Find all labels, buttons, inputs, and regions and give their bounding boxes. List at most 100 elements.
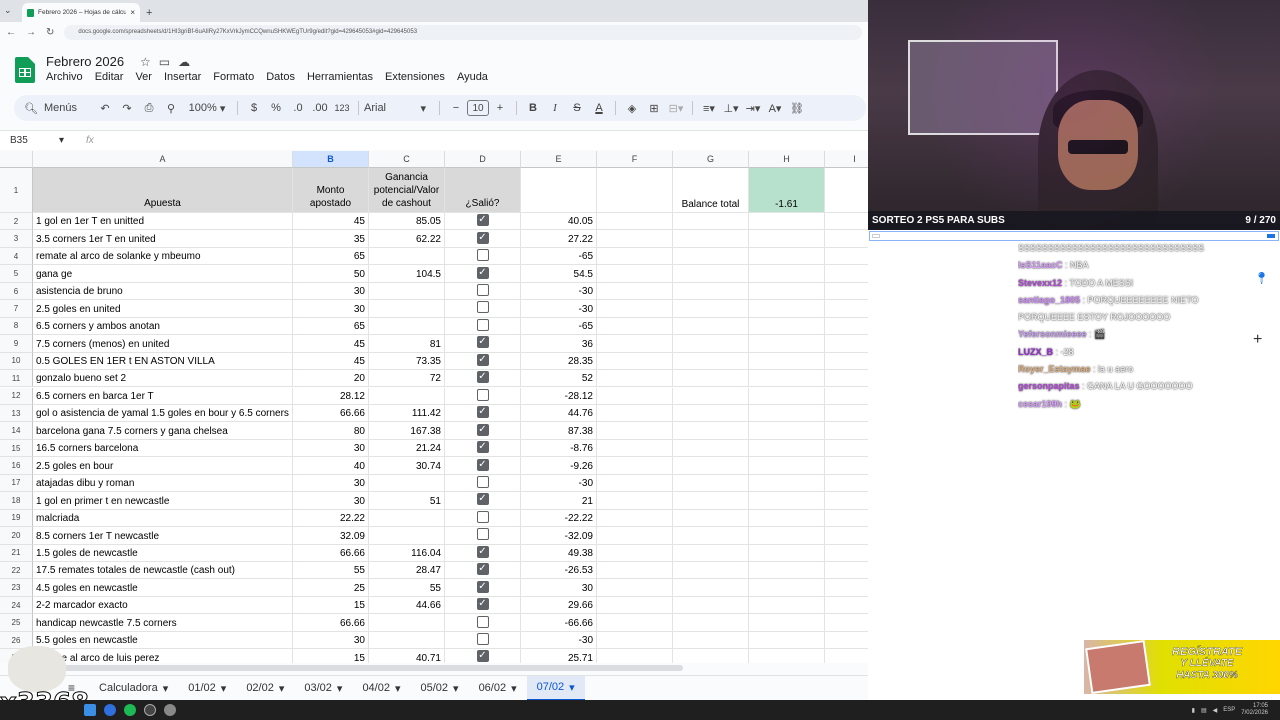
row-header[interactable]: 12	[0, 387, 33, 405]
empty-cell[interactable]	[597, 370, 673, 388]
row-header[interactable]: 6	[0, 282, 33, 301]
spreadsheet-grid[interactable]: A B C D E F G H I 1 Apuesta Monto apostado Ganancia …	[0, 151, 868, 663]
payout-cell[interactable]	[369, 247, 445, 266]
empty-cell[interactable]	[825, 405, 868, 423]
stake-cell[interactable]: 22.22	[293, 509, 369, 528]
profit-cell[interactable]: 87.38	[521, 422, 597, 440]
profit-cell[interactable]: -9.26	[521, 457, 597, 475]
column-header-h[interactable]: H	[749, 151, 825, 168]
empty-cell[interactable]	[597, 352, 673, 371]
balance-total-value[interactable]: -1.61	[749, 168, 825, 213]
empty-cell[interactable]	[749, 300, 825, 318]
payout-cell[interactable]	[369, 474, 445, 493]
empty-cell[interactable]	[597, 631, 673, 650]
row-header[interactable]: 2	[0, 213, 33, 231]
empty-cell[interactable]	[749, 439, 825, 458]
empty-cell[interactable]	[825, 614, 868, 632]
empty-cell[interactable]	[597, 614, 673, 632]
stake-cell[interactable]: 30	[293, 492, 369, 510]
bet-description-cell[interactable]: barcelona gana 7.5 corners y gana chelse…	[33, 422, 293, 440]
empty-cell[interactable]	[825, 649, 868, 663]
empty-cell[interactable]	[597, 649, 673, 663]
add-addon-icon[interactable]: +	[1253, 331, 1262, 349]
payout-cell[interactable]: 62.22	[369, 230, 445, 248]
bet-description-cell[interactable]: 1 gol en 1er T en unitted	[33, 213, 293, 231]
payout-cell[interactable]: 40.71	[369, 649, 445, 663]
result-checkbox[interactable]	[476, 318, 489, 331]
row-header[interactable]: 10	[0, 352, 33, 371]
bet-description-cell[interactable]: 6.5 corners y ambos anotan	[33, 317, 293, 336]
result-cell[interactable]	[445, 300, 521, 318]
result-cell[interactable]	[445, 614, 521, 632]
empty-cell[interactable]	[597, 265, 673, 283]
text-color-icon[interactable]: A	[588, 98, 610, 118]
result-cell[interactable]: ✓	[445, 544, 521, 562]
empty-cell[interactable]	[673, 422, 749, 440]
header-cell-c[interactable]: Ganancia potencial/Valor de cashout	[369, 168, 445, 213]
empty-cell[interactable]	[825, 545, 868, 562]
payout-cell[interactable]	[369, 614, 445, 632]
empty-cell[interactable]	[825, 230, 868, 248]
sheet-tab-05-02[interactable]: 05/02 ▾	[411, 676, 469, 701]
stake-cell[interactable]: 15	[293, 596, 369, 615]
italic-icon[interactable]: I	[544, 98, 566, 118]
close-tab-icon[interactable]: ×	[130, 8, 135, 17]
empty-cell[interactable]	[825, 440, 868, 458]
empty-cell[interactable]	[597, 509, 673, 528]
empty-cell[interactable]	[825, 370, 868, 388]
stake-cell[interactable]: 30	[293, 300, 369, 318]
row-header[interactable]: 3	[0, 230, 33, 248]
empty-cell[interactable]	[825, 562, 868, 580]
menu-insertar[interactable]: Insertar	[164, 71, 201, 83]
print-icon[interactable]: ⎙	[138, 98, 160, 118]
stake-cell[interactable]: 65	[293, 247, 369, 266]
font-size-decrease-icon[interactable]: −	[445, 98, 467, 118]
empty-cell[interactable]	[673, 282, 749, 301]
empty-cell[interactable]	[597, 387, 673, 405]
stake-cell[interactable]: 66.66	[293, 544, 369, 562]
empty-cell[interactable]	[825, 335, 868, 353]
menu-editar[interactable]: Editar	[95, 71, 124, 83]
sheet-tab-02-02[interactable]: 02/02 ▾	[236, 676, 294, 701]
empty-cell[interactable]	[673, 213, 749, 231]
empty-cell[interactable]	[825, 318, 868, 336]
bet-description-cell[interactable]: 4.5 goles en newcastle	[33, 579, 293, 597]
payout-cell[interactable]	[369, 527, 445, 545]
windows-start-icon[interactable]	[84, 704, 96, 716]
row-header[interactable]: 20	[0, 527, 33, 545]
increase-decimals-button[interactable]: .00	[309, 98, 331, 118]
reload-icon[interactable]: ↻	[46, 27, 54, 38]
column-header-c[interactable]: C	[369, 151, 445, 168]
empty-cell[interactable]	[673, 387, 749, 405]
result-cell[interactable]: ✓	[445, 335, 521, 353]
profit-cell[interactable]: 29.66	[521, 596, 597, 615]
bet-description-cell[interactable]: 8.5 corners 1er T newcastle	[33, 527, 293, 545]
result-cell[interactable]	[445, 509, 521, 528]
empty-cell[interactable]	[749, 614, 825, 632]
sheet-tab-calculadora[interactable]: Calculadora ▾	[89, 676, 178, 701]
bet-description-cell[interactable]: 16.5 corners barcelona	[33, 439, 293, 458]
move-folder-icon[interactable]: ▭	[159, 55, 170, 69]
empty-cell[interactable]	[825, 475, 868, 493]
borders-icon[interactable]: ⊞	[643, 98, 665, 118]
empty-cell[interactable]	[749, 370, 825, 388]
empty-cell[interactable]	[673, 265, 749, 283]
profit-cell[interactable]: 36	[521, 335, 597, 353]
empty-cell[interactable]	[825, 510, 868, 528]
text-wrap-icon[interactable]: ⇥▾	[742, 98, 764, 118]
empty-cell[interactable]	[673, 352, 749, 371]
result-cell[interactable]	[445, 317, 521, 336]
payout-cell[interactable]: 28.47	[369, 562, 445, 580]
payout-cell[interactable]	[369, 631, 445, 650]
stake-cell[interactable]: 25	[293, 579, 369, 597]
payout-cell[interactable]: 21.24	[369, 439, 445, 458]
font-size-input[interactable]: 10	[467, 100, 489, 116]
result-cell[interactable]	[445, 474, 521, 493]
empty-cell[interactable]	[825, 213, 868, 231]
profit-cell[interactable]: 52	[521, 370, 597, 388]
name-box[interactable]: B35 ▾	[0, 135, 70, 146]
empty-cell[interactable]	[825, 579, 868, 597]
row-header[interactable]: 5	[0, 265, 33, 283]
result-cell[interactable]: ✓	[445, 265, 521, 283]
bet-description-cell[interactable]: 1 gol en primer t en newcastle	[33, 492, 293, 510]
